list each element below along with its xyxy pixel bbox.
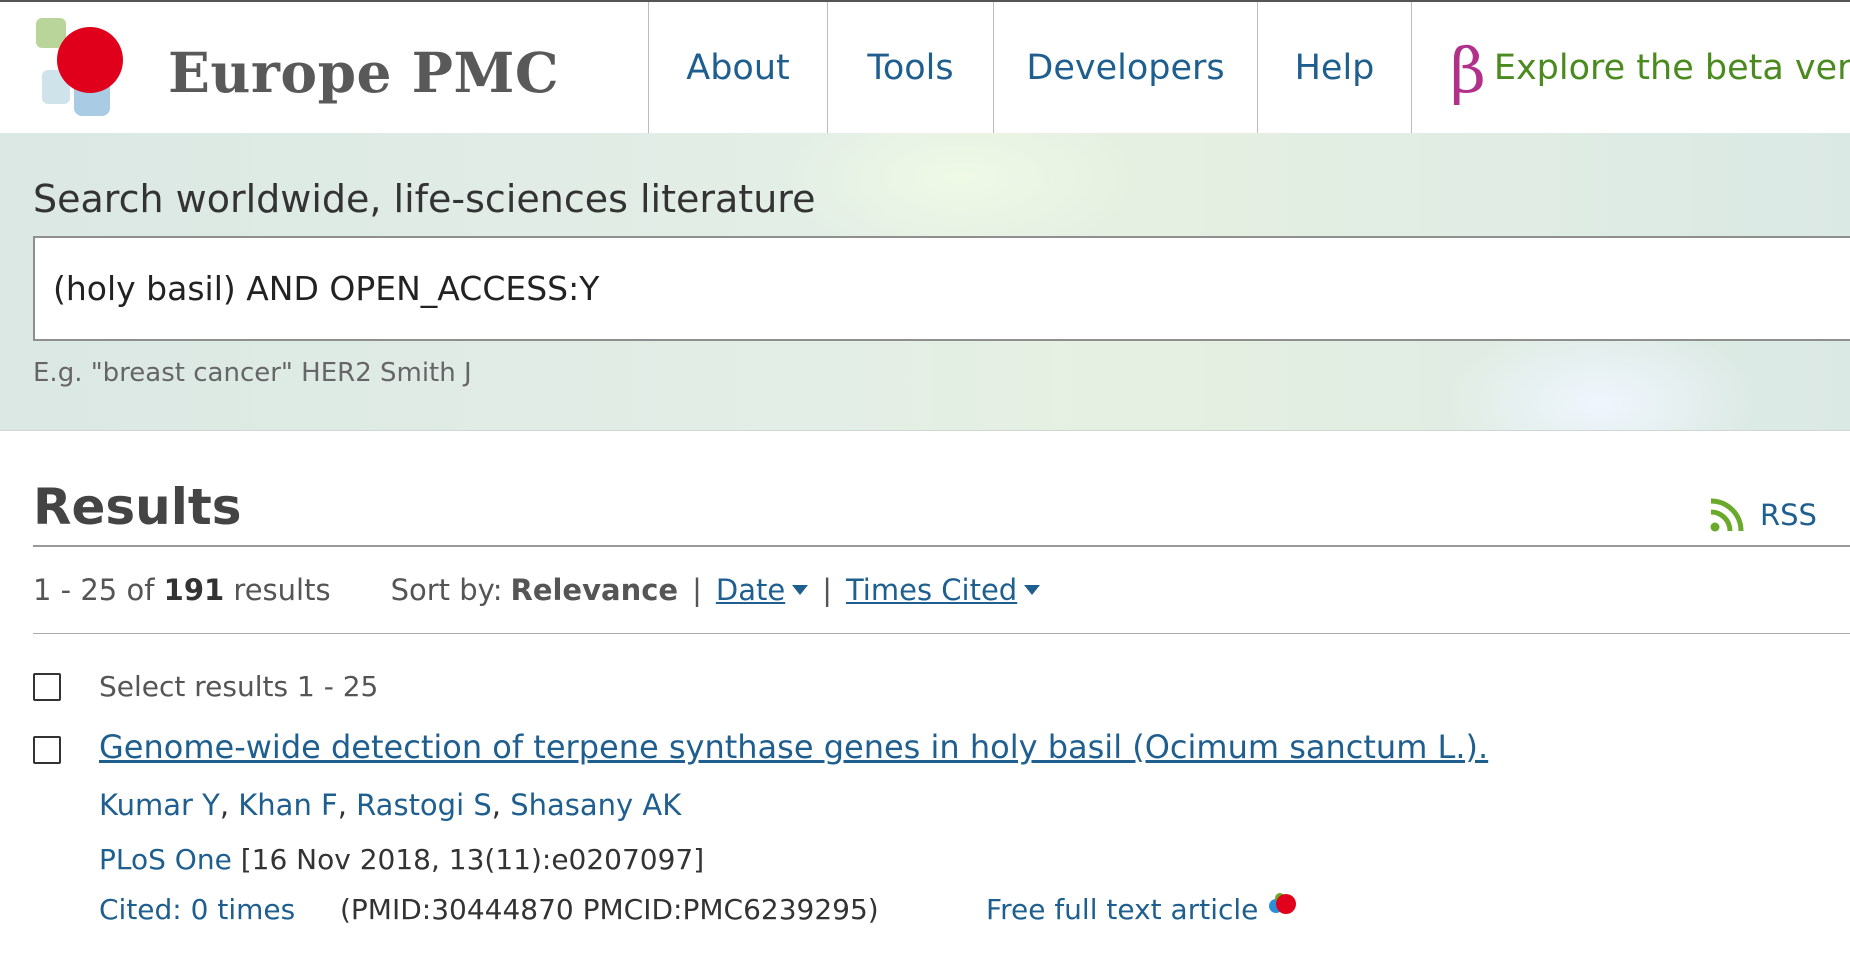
rss-label: RSS <box>1760 498 1817 532</box>
page: Europe PMC About Tools Developers Help β… <box>0 0 1850 964</box>
search-input[interactable] <box>33 236 1850 341</box>
nav-explore-beta-label: Explore the beta vers <box>1493 47 1850 88</box>
article-ids: (PMID:30444870 PMCID:PMC6239295) <box>340 893 879 926</box>
nav-about[interactable]: About <box>648 2 827 133</box>
europe-pmc-logo[interactable]: Europe PMC <box>30 12 570 130</box>
results-total: 191 <box>163 573 225 607</box>
journal-citation: PLoS One [16 Nov 2018, 13(11):e0207097] <box>99 843 704 876</box>
results-heading: Results <box>33 478 242 536</box>
sort-date-label: Date <box>715 573 786 607</box>
logo-text: Europe PMC <box>168 40 560 105</box>
sort-times-cited-label: Times Cited <box>845 573 1018 607</box>
results-summary: 1 - 25 of 191 results Sort by: Relevance… <box>33 573 1041 607</box>
beta-icon: β <box>1450 33 1486 107</box>
search-section: Search worldwide, life-sciences literatu… <box>0 133 1850 431</box>
result-checkbox[interactable] <box>33 736 61 764</box>
site-header: Europe PMC About Tools Developers Help β… <box>0 0 1850 133</box>
results-total-suffix: results <box>233 573 331 607</box>
author-link[interactable]: Kumar Y <box>99 788 220 822</box>
citation-details: [16 Nov 2018, 13(11):e0207097] <box>240 843 705 876</box>
search-heading: Search worldwide, life-sciences literatu… <box>33 177 816 221</box>
nav-developers[interactable]: Developers <box>993 2 1257 133</box>
divider <box>33 545 1850 547</box>
caret-down-icon <box>792 585 809 595</box>
journal-link[interactable]: PLoS One <box>99 843 232 876</box>
author-list: Kumar Y, Khan F, Rastogi S, Shasany AK <box>99 788 682 822</box>
rss-link[interactable]: RSS <box>1710 498 1817 532</box>
sort-times-cited-link[interactable]: Times Cited <box>845 573 1041 607</box>
sort-date-link[interactable]: Date <box>715 573 809 607</box>
caret-down-icon <box>1024 585 1041 595</box>
author-link[interactable]: Khan F <box>238 788 337 822</box>
author-link[interactable]: Shasany AK <box>510 788 681 822</box>
divider <box>33 633 1850 634</box>
sort-current: Relevance <box>510 573 679 607</box>
article-title-link[interactable]: Genome-wide detection of terpene synthas… <box>99 728 1488 766</box>
sort-separator: | <box>692 573 702 607</box>
nav-explore-beta[interactable]: β Explore the beta vers <box>1411 2 1850 133</box>
select-all-label: Select results 1 - 25 <box>99 670 379 703</box>
search-example-hint: E.g. "breast cancer" HER2 Smith J <box>33 358 472 388</box>
sort-controls: Sort by: Relevance | Date | Times Cited <box>391 573 1041 607</box>
free-full-text-label: Free full text article <box>986 893 1259 926</box>
main-nav: About Tools Developers Help β Explore th… <box>648 2 1850 133</box>
sort-by-label: Sort by: <box>390 573 503 607</box>
nav-help[interactable]: Help <box>1257 2 1411 133</box>
nav-tools[interactable]: Tools <box>827 2 993 133</box>
open-access-icon <box>1269 892 1297 914</box>
select-all-checkbox[interactable] <box>33 673 61 701</box>
sort-separator: | <box>822 573 832 607</box>
logo-mark-icon <box>36 18 123 116</box>
free-full-text-link[interactable]: Free full text article <box>986 892 1298 926</box>
cited-count-link[interactable]: Cited: 0 times <box>99 893 295 926</box>
author-link[interactable]: Rastogi S <box>356 788 492 822</box>
results-range: 1 - 25 of <box>33 573 155 607</box>
rss-icon <box>1710 498 1744 532</box>
